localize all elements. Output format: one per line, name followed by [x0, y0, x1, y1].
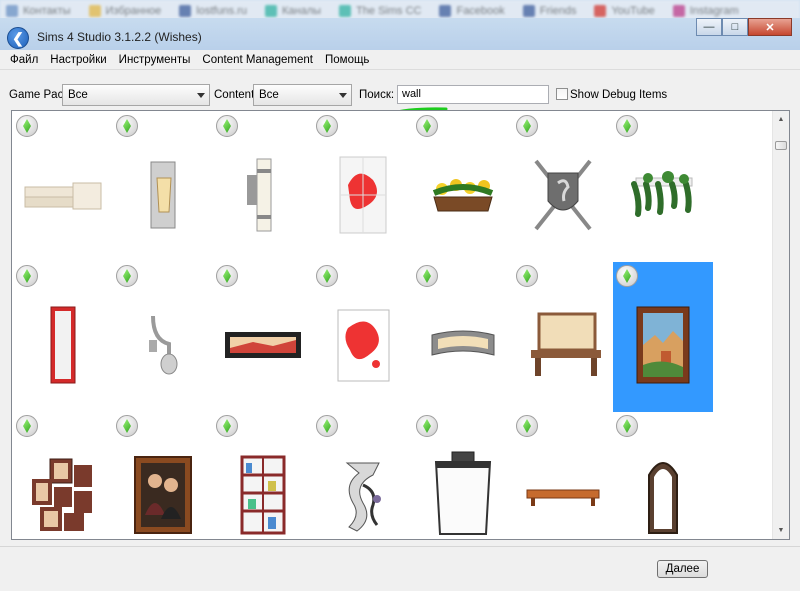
content-label: Content	[214, 89, 255, 101]
sculpture-icon	[319, 440, 407, 539]
plumbob-icon	[416, 115, 438, 137]
window-controls: — □ ✕	[696, 18, 792, 36]
scroll-down-icon[interactable]: ▼	[773, 522, 789, 539]
game-pack-select[interactable]: Все	[62, 84, 210, 106]
grid-item[interactable]	[413, 112, 513, 262]
wall-shelf-icon	[519, 440, 607, 539]
grid-item[interactable]	[13, 112, 113, 262]
scroll-up-icon[interactable]: ▲	[773, 111, 789, 128]
plumbob-icon	[416, 265, 438, 287]
menu-file[interactable]: Файл	[4, 54, 44, 66]
grid-item[interactable]	[313, 262, 413, 412]
grid-item[interactable]	[513, 112, 613, 262]
client-area: Game Pack Все Content Все Поиск: wall Sh…	[0, 70, 800, 591]
grid-item[interactable]	[613, 412, 713, 539]
back-arrow-icon[interactable]: ❮	[7, 27, 29, 49]
menu-help[interactable]: Помощь	[319, 54, 375, 66]
plumbob-icon	[16, 115, 38, 137]
plumbob-icon	[416, 415, 438, 437]
crest-swords-icon	[519, 140, 607, 250]
menu-bar: Файл Настройки Инструменты Content Manag…	[0, 50, 800, 70]
arch-mirror-icon	[619, 440, 707, 539]
grid-item[interactable]	[413, 412, 513, 539]
plumbob-icon	[316, 115, 338, 137]
grid-item[interactable]	[13, 412, 113, 539]
chevron-down-icon	[339, 93, 347, 98]
scroll-thumb[interactable]	[775, 141, 787, 150]
search-label: Поиск:	[359, 89, 395, 101]
flower-box-icon	[419, 140, 507, 250]
plumbob-icon	[216, 115, 238, 137]
title-bar: ❮ Sims 4 Studio 3.1.2.2 (Wishes) — □ ✕	[0, 18, 800, 50]
grid-item[interactable]	[313, 412, 413, 539]
curved-lamp-icon	[119, 290, 207, 400]
wall-desk-icon	[519, 290, 607, 400]
vertical-scrollbar[interactable]: ▲ ▼	[772, 111, 789, 539]
app-window: ❮ Sims 4 Studio 3.1.2.2 (Wishes) — □ ✕ Ф…	[0, 0, 800, 591]
plumbob-icon	[316, 265, 338, 287]
content-value: Все	[259, 89, 279, 101]
curved-wall-light-icon	[419, 290, 507, 400]
maximize-icon[interactable]: □	[722, 18, 748, 36]
chevron-down-icon	[197, 93, 205, 98]
grid-item[interactable]	[113, 262, 213, 412]
grid-item[interactable]	[513, 412, 613, 539]
plumbob-icon	[516, 265, 538, 287]
plumbob-icon	[616, 415, 638, 437]
grid-item[interactable]	[613, 112, 713, 262]
photo-collage-icon	[19, 440, 107, 539]
red-splash-canvas-icon	[319, 290, 407, 400]
plumbob-icon	[616, 265, 638, 287]
grid-item[interactable]	[213, 262, 313, 412]
plumbob-icon	[16, 265, 38, 287]
plumbob-icon	[216, 415, 238, 437]
lantern-icon	[419, 440, 507, 539]
plumbob-icon	[16, 415, 38, 437]
village-painting-icon	[619, 290, 707, 400]
grid-item[interactable]	[13, 262, 113, 412]
wall-moulding-icon	[19, 140, 107, 250]
grid-item-selected[interactable]	[613, 262, 713, 412]
plumbob-icon	[216, 265, 238, 287]
plumbob-icon	[616, 115, 638, 137]
framed-sunset-icon	[219, 290, 307, 400]
plumbob-icon	[116, 265, 138, 287]
content-select[interactable]: Все	[253, 84, 352, 106]
wall-sconce-icon	[119, 140, 207, 250]
window-title: Sims 4 Studio 3.1.2.2 (Wishes)	[37, 30, 202, 44]
bookshelf-icon	[219, 440, 307, 539]
divider	[0, 546, 800, 547]
filter-bar: Game Pack Все Content Все Поиск: wall Sh…	[0, 84, 800, 116]
plumbob-icon	[116, 415, 138, 437]
minimize-icon[interactable]: —	[696, 18, 722, 36]
show-debug-checkbox[interactable]	[556, 88, 568, 100]
cylinder-sconce-icon	[219, 140, 307, 250]
grid-item[interactable]	[113, 112, 213, 262]
next-button[interactable]: Далее	[657, 560, 708, 578]
red-mirror-icon	[19, 290, 107, 400]
plumbob-icon	[116, 115, 138, 137]
hanging-ivy-icon	[619, 140, 707, 250]
grid-item[interactable]	[313, 112, 413, 262]
grid-item[interactable]	[513, 262, 613, 412]
grid-item[interactable]	[413, 262, 513, 412]
game-pack-label: Game Pack	[9, 89, 70, 101]
couple-portrait-icon	[119, 440, 207, 539]
show-debug-label: Show Debug Items	[570, 89, 668, 101]
plumbob-icon	[516, 115, 538, 137]
plumbob-icon	[316, 415, 338, 437]
plumbob-icon	[516, 415, 538, 437]
menu-tools[interactable]: Инструменты	[113, 54, 197, 66]
menu-settings[interactable]: Настройки	[44, 54, 112, 66]
red-splash-panel-icon	[319, 140, 407, 250]
menu-content-management[interactable]: Content Management	[196, 54, 319, 66]
grid-item[interactable]	[113, 412, 213, 539]
search-input[interactable]: wall	[397, 85, 549, 104]
close-icon[interactable]: ✕	[748, 18, 792, 36]
grid-item[interactable]	[213, 112, 313, 262]
grid-item[interactable]	[213, 412, 313, 539]
items-grid: ▲ ▼	[11, 110, 790, 540]
game-pack-value: Все	[68, 89, 88, 101]
